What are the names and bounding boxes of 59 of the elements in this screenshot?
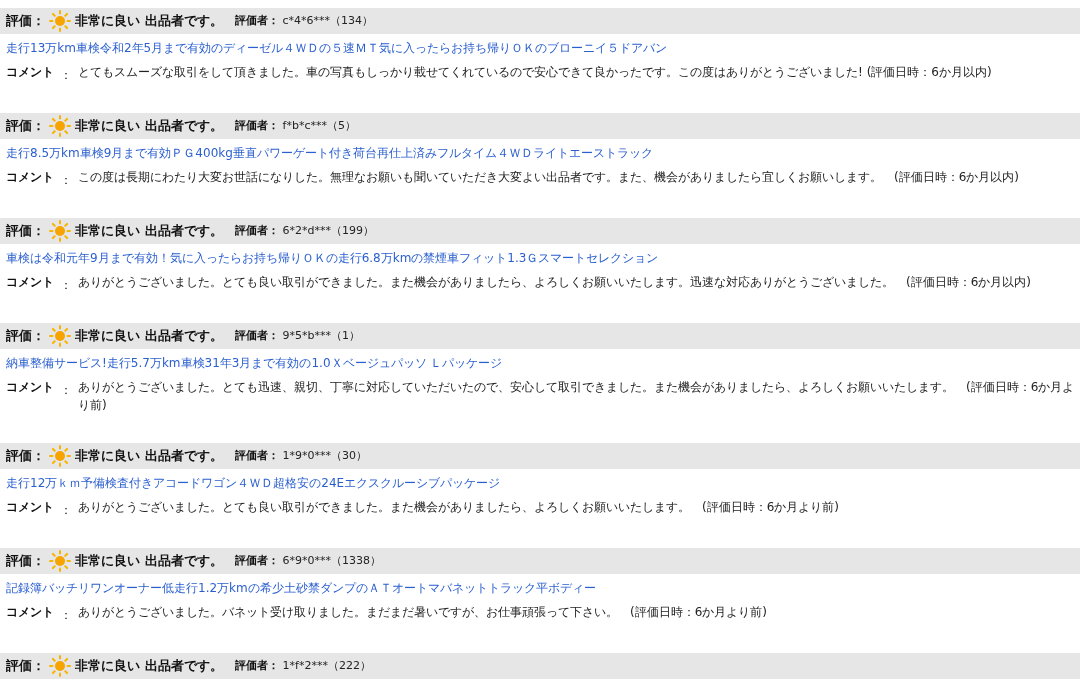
rating-text: 非常に良い 出品者です。 [75, 327, 223, 346]
rater-label: 評価者： [234, 447, 279, 464]
rater-id: 6*9*0***（1338） [282, 552, 382, 569]
rater-label: 評価者： [234, 327, 279, 344]
sun-icon [49, 220, 71, 242]
sun-icon [49, 445, 71, 467]
comment-label: コメント [6, 379, 55, 396]
sun-icon [49, 655, 71, 677]
comment-text: ありがとうございました。とても良い取引ができました。また機会がありましたら、よろしくお願いいたします。迅速な対応ありがとうございました。 (評価日時：6か月以内) [78, 274, 1031, 291]
rater-label: 評価者： [234, 657, 279, 674]
comment-label: コメント [6, 169, 55, 186]
item-link[interactable]: 走行8.5万km車検9月まで有効ＰＧ400kg垂直パワーゲート付き荷台再仕上済みフルタイム４ＷＤライトエーストラック [6, 144, 653, 162]
sun-icon [49, 115, 71, 137]
rater-id: 9*5*b***（1） [282, 327, 360, 344]
comment-text: ありがとうございました。バネット受け取りました。まだまだ暑いですが、お仕事頑張って下さい。 (評価日時：6か月より前) [78, 604, 767, 621]
comment-label: コメント [6, 604, 55, 621]
rater-id: 6*2*d***（199） [282, 222, 374, 239]
comment-colon: ： [60, 172, 73, 189]
rater-id: c*4*6***（134） [282, 12, 374, 29]
comment-text: ありがとうございました。とても良い取引ができました。また機会がありましたら、よろしくお願いいたします。 (評価日時：6か月より前) [78, 499, 839, 516]
rating-text: 非常に良い 出品者です。 [75, 657, 223, 676]
item-link[interactable]: 走行12万ｋｍ予備検査付きアコードワゴン４ＷＤ超格安の24Eエクスクルーシブパッケージ [6, 474, 501, 492]
comment-label: コメント [6, 64, 55, 81]
rating-text: 非常に良い 出品者です。 [75, 447, 223, 466]
sun-icon [49, 10, 71, 32]
rater-id: 1*f*2***（222） [282, 657, 371, 674]
rating-text: 非常に良い 出品者です。 [75, 12, 223, 31]
rater-label: 評価者： [234, 552, 279, 569]
sun-icon [49, 550, 71, 572]
rating-text: 非常に良い 出品者です。 [75, 552, 223, 571]
rater-label: 評価者： [234, 117, 279, 134]
item-link[interactable]: 記録簿バッチリワンオーナー低走行1.2万kmの希少土砂禁ダンプのＡＴオートマバネットトラック平ボディー [6, 579, 596, 597]
rating-text: 非常に良い 出品者です。 [75, 222, 223, 241]
comment-colon: ： [60, 607, 73, 624]
comment-text: とてもスムーズな取引をして頂きました。車の写真もしっかり載せてくれているので安心できて良かったです。この度はありがとうございました! (評価日時：6か月以内) [78, 64, 992, 81]
comment-colon: ： [60, 502, 73, 519]
rating-label: 評価： [6, 327, 45, 346]
item-link[interactable]: 走行13万km車検令和2年5月まで有効のディーゼル４ＷＤの５速ＭＴ気に入ったらお持ち帰りＯＫのブローニイ５ドアバン [6, 39, 668, 57]
rater-label: 評価者： [234, 222, 279, 239]
rating-label: 評価： [6, 222, 45, 241]
comment-label: コメント [6, 274, 55, 291]
rating-label: 評価： [6, 447, 45, 466]
rating-label: 評価： [6, 552, 45, 571]
comment-colon: ： [60, 382, 73, 399]
sun-icon [49, 325, 71, 347]
rating-label: 評価： [6, 657, 45, 676]
rating-label: 評価： [6, 12, 45, 31]
comment-text: ありがとうございました。とても迅速、親切、丁寧に対応していただいたので、安心して取引できました。また機会がありましたら、よろしくお願いいたします。 (評価日時：6か月より前) [78, 379, 1076, 414]
item-link[interactable]: 納車整備サービス!走行5.7万km車検31年3月まで有効の1.0Ｘベージュパッソ Ｌパッケージ [6, 354, 503, 372]
comment-colon: ： [60, 67, 73, 84]
comment-label: コメント [6, 499, 55, 516]
comment-text: この度は長期にわたり大変お世話になりした。無理なお願いも聞いていただき大変よい出品者です。また、機会がありましたら宜しくお願いします。 (評価日時：6か月以内) [78, 169, 1019, 186]
rater-id: 1*9*0***（30） [282, 447, 368, 464]
item-link[interactable]: 車検は令和元年9月まで有効！気に入ったらお持ち帰りＯＫの走行6.8万kmの禁煙車フィット1.3Ｇスマートセレクション [6, 249, 659, 267]
comment-colon: ： [60, 277, 73, 294]
rating-label: 評価： [6, 117, 45, 136]
rater-id: f*b*c***（5） [282, 117, 356, 134]
rating-text: 非常に良い 出品者です。 [75, 117, 223, 136]
rater-label: 評価者： [234, 12, 279, 29]
